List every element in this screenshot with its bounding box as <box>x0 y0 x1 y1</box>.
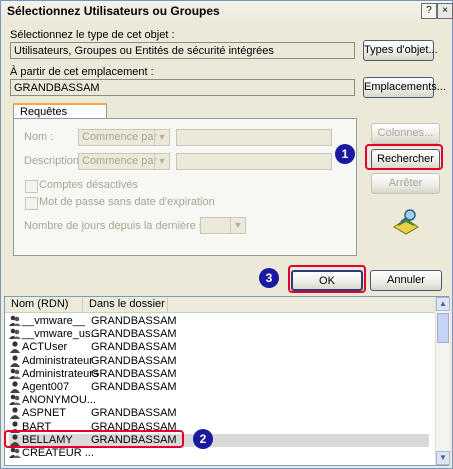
list-item[interactable]: __vmware_us... GRANDBASSAM <box>9 328 429 341</box>
row-name: ASPNET <box>22 407 67 420</box>
callout-badge-3: 3 <box>259 268 279 288</box>
row-folder: GRANDBASSAM <box>91 315 177 327</box>
list-item[interactable]: __vmware__ GRANDBASSAM <box>9 315 429 328</box>
row-folder: GRANDBASSAM <box>91 328 177 341</box>
name-mode-value: Commence par <box>82 131 158 143</box>
row-folder: GRANDBASSAM <box>91 367 177 380</box>
chevron-down-icon: ▼ <box>154 130 169 145</box>
name-label: Nom : <box>24 131 54 143</box>
close-button[interactable]: × <box>437 3 453 19</box>
description-label: Description : <box>24 155 86 167</box>
name-input[interactable] <box>176 129 332 146</box>
list-item[interactable]: ANONYMOU... <box>9 394 429 407</box>
group-icon <box>9 315 21 327</box>
list-item[interactable]: ASPNET GRANDBASSAM <box>9 407 429 420</box>
user-icon <box>9 354 20 367</box>
user-icon <box>9 341 20 354</box>
common-queries-panel: Nom : Commence par ▼ Description : Commen… <box>13 118 357 256</box>
callout-bellamy-highlight <box>4 430 184 448</box>
group-icon <box>9 394 21 406</box>
columns-button[interactable]: Colonnes... <box>371 123 440 144</box>
row-name: ACTUser <box>22 341 68 354</box>
row-name: __vmware__ <box>22 315 85 327</box>
object-type-label: Sélectionnez le type de cet objet : <box>10 29 175 41</box>
callout-badge-2: 2 <box>193 429 213 449</box>
object-type-field: Utilisateurs, Groupes ou Entités de sécu… <box>10 42 355 59</box>
list-item[interactable]: ACTUser GRANDBASSAM <box>9 341 429 354</box>
row-name: Administrateurs <box>22 367 99 380</box>
vertical-scrollbar[interactable]: ▲ ▼ <box>435 297 450 465</box>
row-name: Administrateur <box>22 354 93 367</box>
days-select[interactable]: ▼ <box>200 217 246 234</box>
cancel-button[interactable]: Annuler <box>370 270 442 291</box>
column-divider[interactable] <box>82 297 83 312</box>
row-folder: GRANDBASSAM <box>91 407 177 420</box>
description-mode-select[interactable]: Commence par ▼ <box>78 153 170 170</box>
row-folder: GRANDBASSAM <box>91 341 177 354</box>
stop-button[interactable]: Arrêter <box>371 173 440 194</box>
scroll-up-icon[interactable]: ▲ <box>436 297 450 311</box>
row-folder: GRANDBASSAM <box>91 354 177 367</box>
column-divider[interactable] <box>167 297 168 312</box>
chevron-down-icon: ▼ <box>154 154 169 169</box>
object-types-button[interactable]: Types d'objet... <box>363 40 438 61</box>
description-mode-value: Commence par <box>82 155 158 167</box>
callout-badge-1: 1 <box>335 144 355 164</box>
list-item[interactable]: Administrateurs GRANDBASSAM <box>9 368 429 381</box>
column-header-folder[interactable]: Dans le dossier <box>89 298 165 310</box>
help-button[interactable]: ? <box>421 3 437 19</box>
window-title: Sélectionnez Utilisateurs ou Groupes <box>7 4 220 18</box>
disabled-accounts-label: Comptes désactivés <box>39 179 139 191</box>
row-name: CRÉATEUR ... <box>22 447 94 459</box>
row-name: Agent007 <box>22 381 70 393</box>
row-folder: GRANDBASSAM <box>91 381 177 393</box>
row-name: __vmware_us... <box>22 328 100 341</box>
user-icon <box>9 381 20 393</box>
list-item[interactable]: Administrateur GRANDBASSAM <box>9 355 429 368</box>
location-field: GRANDBASSAM <box>10 79 355 96</box>
no-expire-label: Mot de passe sans date d'expiration <box>39 196 215 208</box>
list-header: Nom (RDN) Dans le dossier <box>5 297 436 313</box>
column-header-name[interactable]: Nom (RDN) <box>11 298 68 310</box>
no-expire-checkbox[interactable] <box>25 197 38 210</box>
scroll-down-icon[interactable]: ▼ <box>436 451 450 465</box>
callout-ok-highlight <box>288 265 366 293</box>
group-icon <box>9 328 21 340</box>
location-label: À partir de cet emplacement : <box>10 66 154 78</box>
group-icon <box>9 368 21 380</box>
list-item[interactable]: CRÉATEUR ... <box>9 447 429 460</box>
group-icon <box>9 447 21 459</box>
search-animation-icon <box>393 209 419 235</box>
dialog-window: Sélectionnez Utilisateurs ou Groupes ? ×… <box>0 0 453 469</box>
list-item[interactable]: Agent007 GRANDBASSAM <box>9 381 429 394</box>
description-input[interactable] <box>176 153 332 170</box>
row-name: ANONYMOU... <box>22 394 96 407</box>
disabled-accounts-checkbox[interactable] <box>25 180 38 193</box>
locations-button[interactable]: Emplacements... <box>363 77 446 98</box>
chevron-down-icon: ▼ <box>230 218 245 233</box>
title-bar: Sélectionnez Utilisateurs ou Groupes ? × <box>1 1 453 21</box>
name-mode-select[interactable]: Commence par ▼ <box>78 129 170 146</box>
callout-search-highlight <box>365 144 443 170</box>
scroll-thumb[interactable] <box>437 313 449 343</box>
user-icon <box>9 407 20 420</box>
tab-common-queries[interactable]: Requêtes communes <box>13 103 107 132</box>
